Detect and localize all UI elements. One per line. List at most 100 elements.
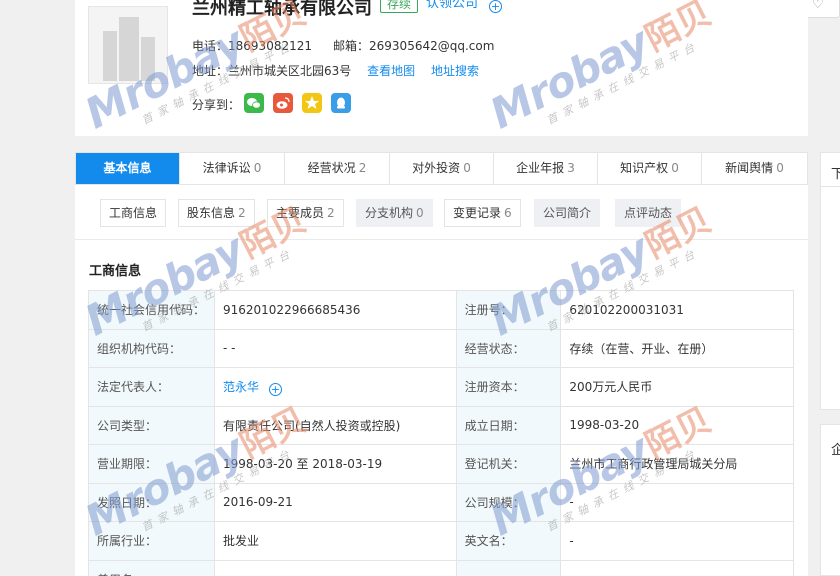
tab-count: 2: [358, 161, 367, 175]
status-badge: 存续: [380, 0, 419, 13]
tab-basic-info[interactable]: 基本信息: [76, 153, 180, 184]
field-value: [560, 559, 794, 576]
phone-value: 18693082121: [228, 39, 312, 53]
add-icon[interactable]: +: [268, 383, 282, 397]
field-label: 法定代表人：: [88, 367, 215, 407]
subtab-branches[interactable]: 分支机构 0: [356, 199, 433, 227]
email-label: 邮箱：: [333, 39, 370, 53]
tab-label: 经营状况: [307, 161, 356, 175]
tab-ip[interactable]: 知识产权 0: [598, 153, 702, 184]
right-panel-title-2: 企: [831, 443, 840, 458]
tab-count: 0: [671, 161, 679, 175]
tab-label: 知识产权: [620, 161, 669, 175]
wechat-icon[interactable]: [244, 93, 264, 113]
qzone-icon[interactable]: [302, 93, 322, 113]
field-value: 916201022966685436: [213, 290, 457, 330]
subtab-profile[interactable]: 公司简介: [534, 199, 601, 227]
field-value: 有限责任公司(自然人投资或控股): [213, 405, 457, 445]
tab-count: 0: [463, 161, 471, 175]
claim-company-link[interactable]: 认领公司: [426, 0, 478, 13]
address-search-link[interactable]: 地址搜索: [431, 64, 479, 78]
main-tabs: 基本信息 法律诉讼 0 经营状况 2 对外投资 0 企业年报 3 知识产权 0 新闻舆情 0: [75, 152, 808, 185]
subtab-label: 分支机构: [365, 206, 414, 220]
company-header: 兰州精工轴承有限公司 存续 认领公司 + 电话：18693082121 邮箱：2…: [75, 0, 808, 136]
field-label: 登记机关：: [455, 444, 562, 484]
field-value: 1998-03-20: [560, 405, 794, 445]
view-map-link[interactable]: 查看地图: [367, 64, 415, 78]
field-label: [455, 559, 562, 576]
subtab-count: 2: [238, 206, 246, 220]
tab-investments[interactable]: 对外投资 0: [390, 153, 494, 184]
subtab-members[interactable]: 主要成员 2: [267, 199, 344, 227]
divider: [75, 239, 808, 240]
field-value: 批发业: [213, 521, 457, 561]
tab-operations[interactable]: 经营状况 2: [285, 153, 390, 184]
weibo-icon[interactable]: [273, 93, 293, 113]
business-info-table: 统一社会信用代码： 916201022966685436 注册号： 620102…: [88, 290, 794, 576]
qq-icon[interactable]: [331, 93, 351, 113]
subtab-shareholders[interactable]: 股东信息 2: [178, 199, 255, 227]
field-label: 统一社会信用代码：: [88, 290, 215, 330]
table-row: 所属行业： 批发业 英文名： -: [88, 521, 794, 561]
tab-label: 新闻舆情: [725, 161, 774, 175]
tab-legal[interactable]: 法律诉讼 0: [180, 153, 285, 184]
tab-count: 3: [567, 161, 575, 175]
heart-icon: ♡: [812, 0, 824, 12]
tab-label: 基本信息: [103, 161, 152, 175]
right-panel-top: 下: [820, 152, 840, 410]
field-value-cell: 范永华 +: [213, 367, 457, 407]
address-line: 地址：兰州市城关区北园63号 查看地图 地址搜索: [192, 62, 479, 79]
tab-label: 对外投资: [412, 161, 461, 175]
email-value: 269305642@qq.com: [369, 39, 495, 53]
field-label: 组织机构代码：: [88, 328, 215, 368]
field-label: 发照日期：: [88, 482, 215, 522]
subtab-business-info[interactable]: 工商信息: [100, 199, 167, 227]
table-row: 发照日期： 2016-09-21 公司规模： -: [88, 482, 794, 522]
subtab-count: 2: [327, 206, 335, 220]
right-panel-bottom: 企: [820, 424, 840, 576]
field-label: 注册号：: [455, 290, 562, 330]
company-logo: [88, 6, 168, 84]
tab-label: 法律诉讼: [202, 161, 251, 175]
field-value: 存续（在营、开业、在册）: [560, 328, 794, 368]
field-value: 2016-09-21: [213, 482, 457, 522]
field-label: 成立日期：: [455, 405, 562, 445]
subtab-label: 公司简介: [543, 206, 592, 220]
phone-label: 电话：: [192, 39, 229, 53]
field-label: 英文名：: [455, 521, 562, 561]
section-title: 工商信息: [89, 264, 142, 279]
field-label: 经营状态：: [455, 328, 562, 368]
company-detail-panel: 兰州精工轴承有限公司 存续 认领公司 + 电话：18693082121 邮箱：2…: [75, 0, 808, 576]
table-row: 曾用名：: [88, 559, 794, 576]
subtab-change-log[interactable]: 变更记录 6: [444, 199, 521, 227]
table-row: 组织机构代码： - - 经营状态： 存续（在营、开业、在册）: [88, 328, 794, 368]
field-label: 公司类型：: [88, 405, 215, 445]
field-value: 620102200031031: [560, 290, 794, 330]
subtab-reviews[interactable]: 点评动态: [615, 199, 682, 227]
tab-annual-reports[interactable]: 企业年报 3: [494, 153, 598, 184]
address-label: 地址：: [192, 64, 229, 78]
company-name: 兰州精工轴承有限公司: [192, 0, 372, 19]
legal-representative-link[interactable]: 范永华: [223, 380, 259, 394]
field-value: 1998-03-20 至 2018-03-19: [213, 444, 457, 484]
address-value: 兰州市城关区北园63号: [228, 64, 352, 78]
field-value: - -: [213, 328, 457, 368]
subtab-label: 工商信息: [109, 206, 158, 220]
tab-count: 0: [253, 161, 262, 175]
table-row: 统一社会信用代码： 916201022966685436 注册号： 620102…: [88, 290, 794, 330]
field-value: 兰州市工商行政管理局城关分局: [560, 444, 794, 484]
subtab-label: 点评动态: [624, 206, 673, 220]
share-label: 分享到：: [192, 98, 241, 112]
add-icon[interactable]: +: [489, 0, 502, 13]
table-row: 公司类型： 有限责任公司(自然人投资或控股) 成立日期： 1998-03-20: [88, 405, 794, 445]
field-value: 200万元人民币: [560, 367, 794, 407]
subtab-count: 0: [416, 206, 424, 220]
right-panel-title: 下: [821, 153, 840, 187]
email-line: 邮箱：269305642@qq.com: [333, 37, 494, 54]
field-label: 注册资本：: [455, 367, 562, 407]
table-row: 营业期限： 1998-03-20 至 2018-03-19 登记机关： 兰州市工…: [88, 444, 794, 484]
favorite-button[interactable]: ♡: [805, 0, 840, 18]
subtab-label: 主要成员: [276, 206, 325, 220]
section-gap: [75, 136, 808, 152]
tab-news[interactable]: 新闻舆情 0: [702, 153, 807, 184]
